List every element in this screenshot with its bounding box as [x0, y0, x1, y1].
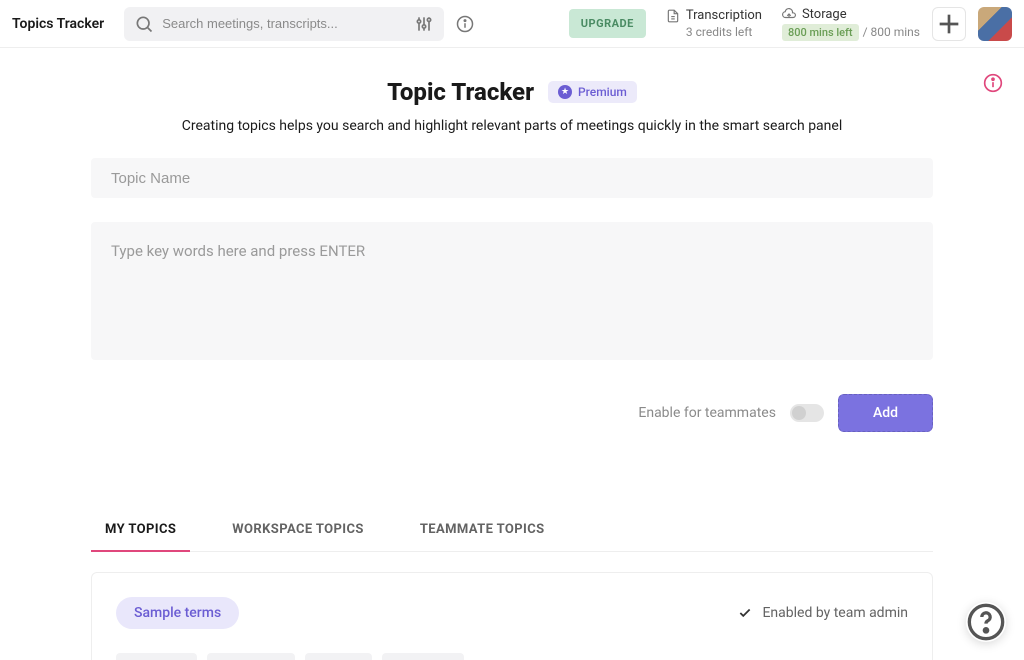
avatar[interactable]: [978, 7, 1012, 41]
tabs: MY TOPICS WORKSPACE TOPICS TEAMMATE TOPI…: [91, 512, 933, 552]
header: Topics Tracker UPGRADE Transcription 3 c…: [0, 0, 1024, 48]
cloud-icon: [782, 7, 796, 21]
app-title: Topics Tracker: [12, 16, 104, 32]
topic-chip-title[interactable]: Sample terms: [116, 597, 239, 629]
storage-total: / 800 mins: [863, 25, 920, 39]
search-box[interactable]: [124, 7, 444, 41]
enabled-label: Enabled by team admin: [762, 605, 908, 621]
keyword-chip[interactable]: helpful: [305, 653, 372, 660]
main-scroll[interactable]: Topic Tracker ★ Premium Creating topics …: [0, 48, 1024, 660]
star-icon: ★: [558, 85, 572, 99]
help-button[interactable]: [966, 602, 1006, 642]
search-icon: [134, 14, 154, 34]
upgrade-button[interactable]: UPGRADE: [569, 9, 646, 38]
document-icon: [666, 9, 680, 23]
search-input[interactable]: [162, 16, 406, 31]
tab-workspace-topics[interactable]: WORKSPACE TOPICS: [218, 512, 378, 551]
add-button[interactable]: Add: [838, 394, 933, 432]
enable-teammates-toggle[interactable]: [790, 404, 824, 422]
check-icon: [738, 606, 752, 620]
premium-label: Premium: [578, 85, 627, 99]
new-button[interactable]: [932, 7, 966, 41]
tab-teammate-topics[interactable]: TEAMMATE TOPICS: [406, 512, 559, 551]
keywords-input[interactable]: [91, 222, 933, 360]
storage-label: Storage: [802, 7, 847, 22]
keyword-chip[interactable]: next steps: [207, 653, 295, 660]
storage-stat: Storage 800 mins left / 800 mins: [782, 7, 920, 41]
page-subtitle: Creating topics helps you search and hig…: [91, 118, 933, 134]
transcription-stat: Transcription 3 credits left: [666, 8, 762, 39]
page-info-icon[interactable]: [983, 73, 1003, 93]
premium-badge: ★ Premium: [548, 81, 637, 103]
tab-my-topics[interactable]: MY TOPICS: [91, 512, 190, 551]
storage-mins-left: 800 mins left: [782, 24, 859, 41]
transcription-credits: 3 credits left: [686, 25, 762, 39]
info-icon[interactable]: [456, 15, 474, 33]
topic-name-input[interactable]: [91, 158, 933, 198]
transcription-label: Transcription: [686, 8, 762, 23]
keyword-chip[interactable]: meetings: [382, 653, 464, 660]
toggle-label: Enable for teammates: [638, 405, 776, 421]
topic-card: Sample terms Enabled by team admin follo…: [91, 572, 933, 660]
content: Topic Tracker ★ Premium Creating topics …: [91, 48, 933, 660]
filter-icon[interactable]: [414, 14, 434, 34]
page-title: Topic Tracker: [387, 78, 534, 106]
keyword-chip[interactable]: follow up: [116, 653, 197, 660]
